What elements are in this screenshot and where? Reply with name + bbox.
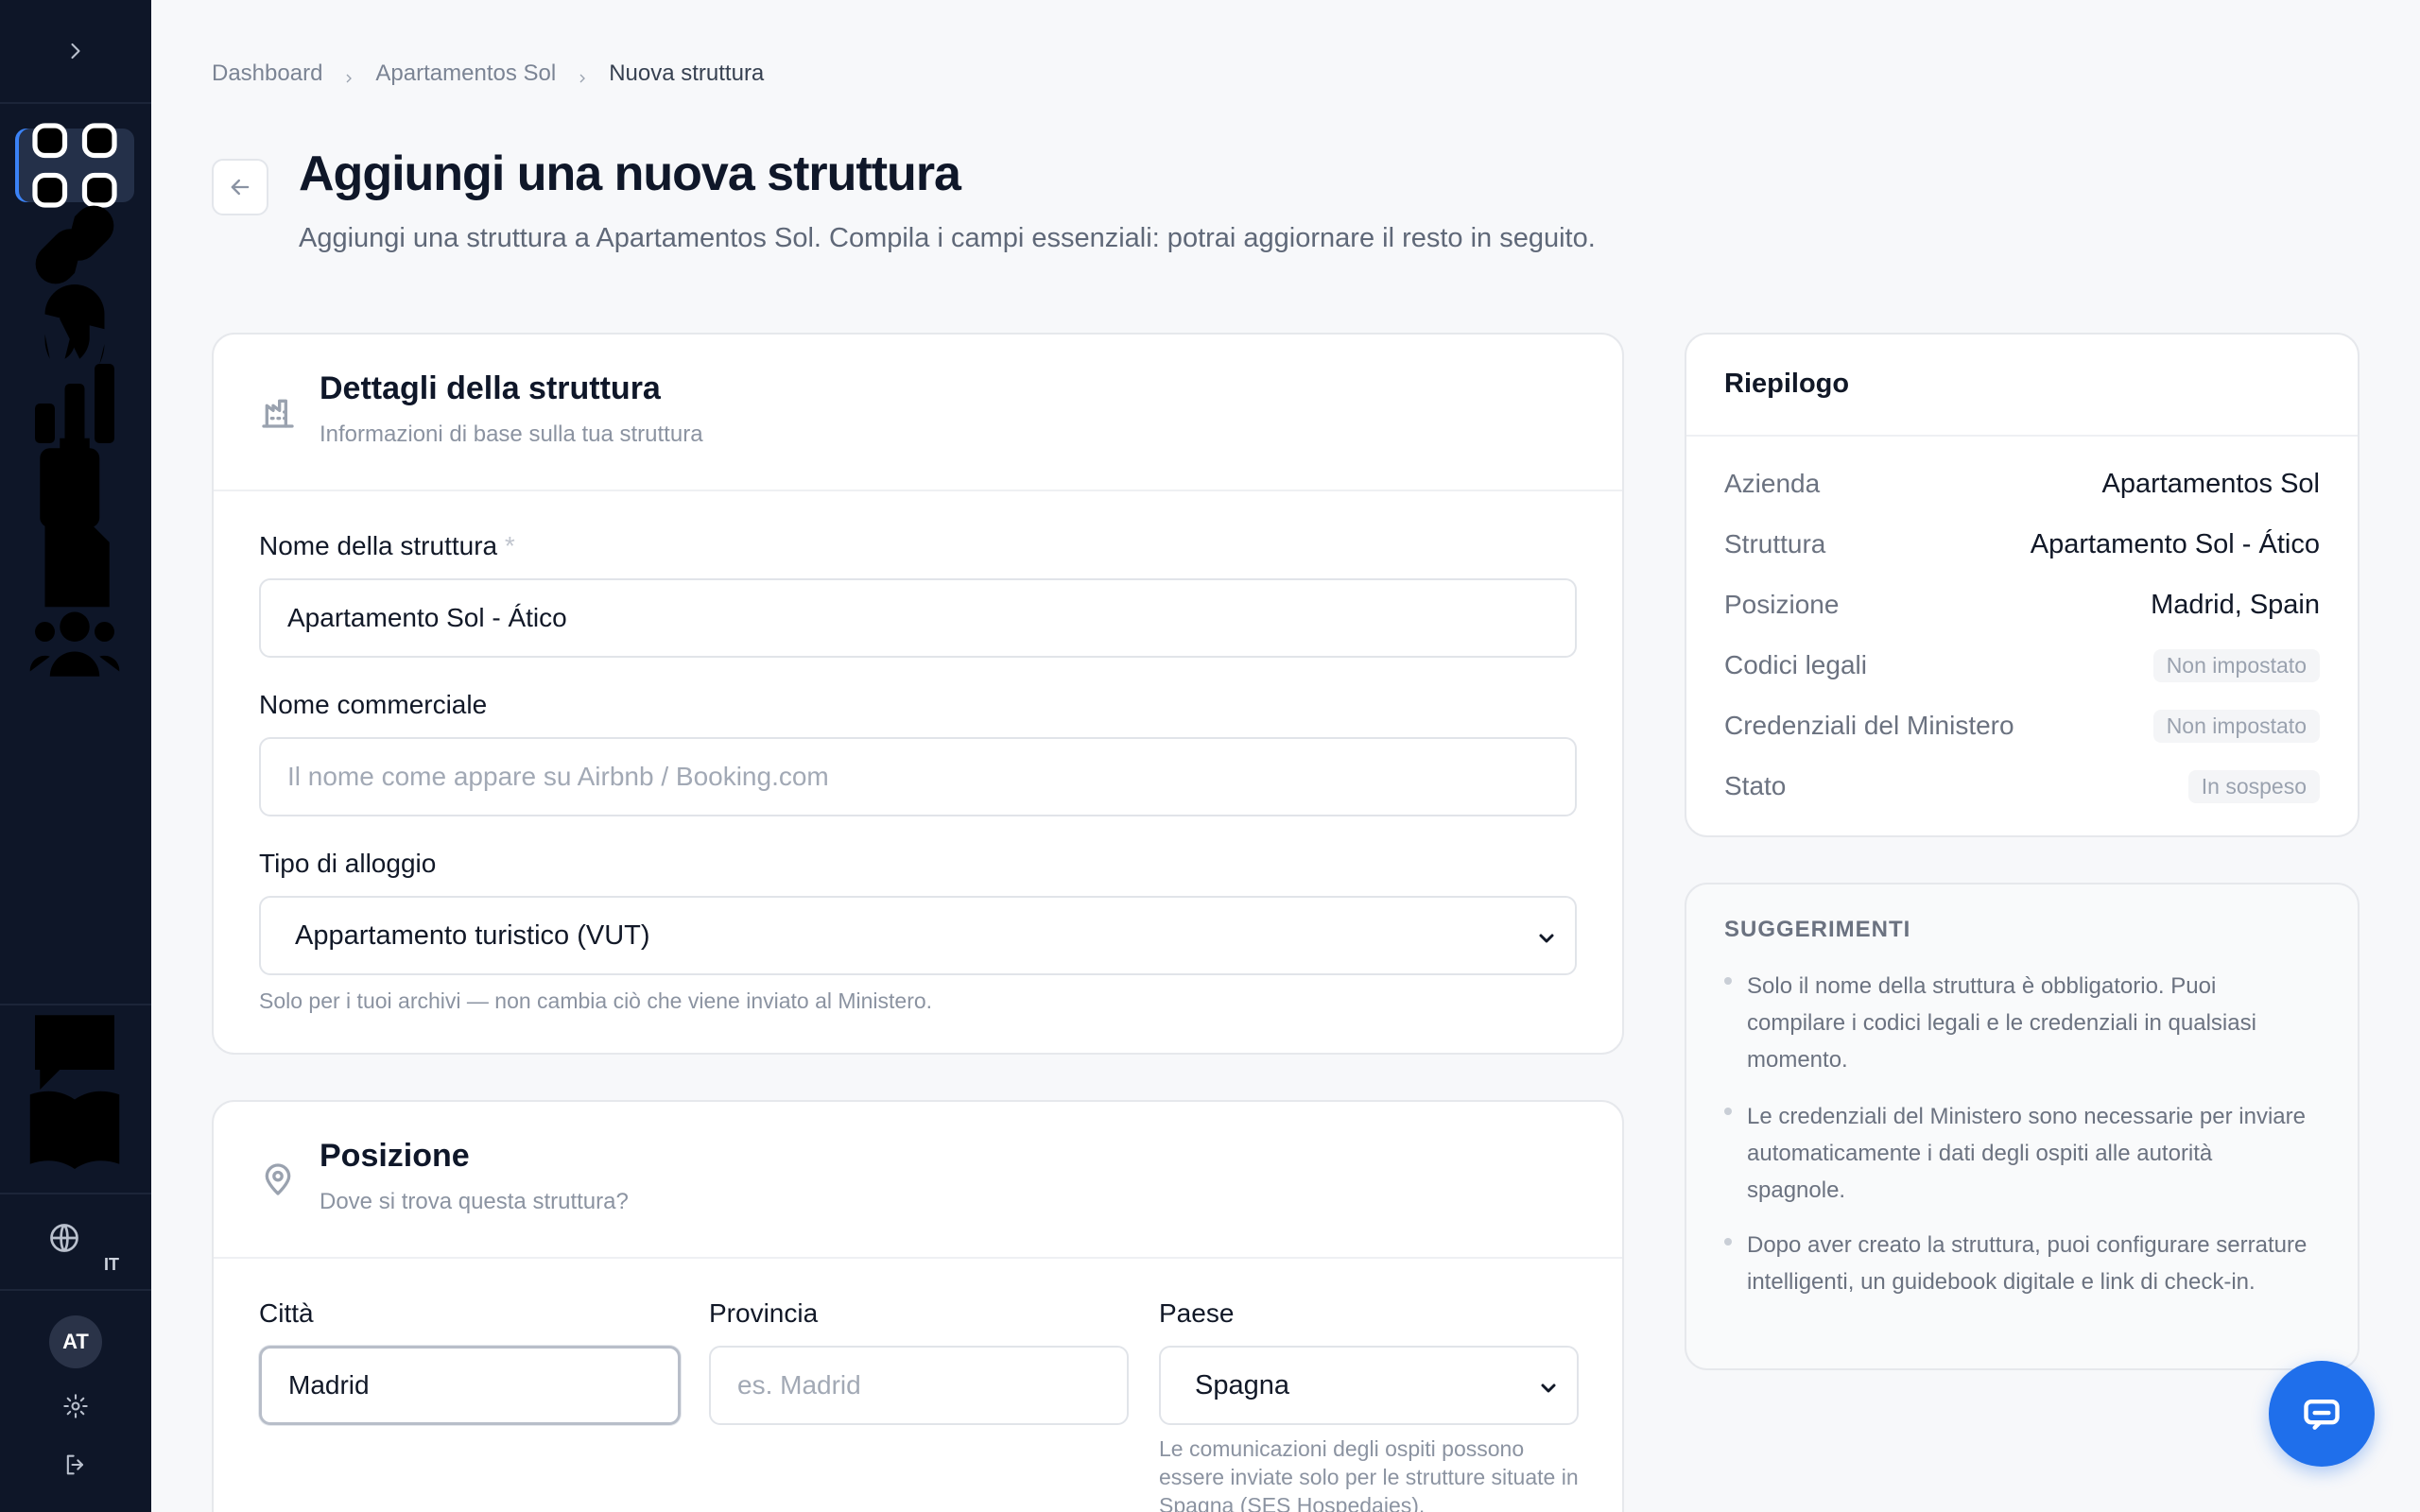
status-badge: In sospeso — [2187, 769, 2320, 803]
card-subtitle: Informazioni di base sulla tua struttura — [320, 421, 703, 447]
property-name-label-text: Nome della struttura — [259, 531, 498, 560]
summary-key: Stato — [1724, 771, 1787, 800]
card-header: Posizione Dove si trova questa struttura… — [214, 1102, 1622, 1259]
users-icon — [29, 611, 120, 677]
summary-value: Apartamento Sol - Ático — [2030, 528, 2320, 559]
city-input[interactable]: Madrid — [259, 1346, 681, 1425]
tip-item: Dopo aver creato la struttura, puoi conf… — [1747, 1232, 2308, 1295]
country-select[interactable]: Spagna — [1159, 1346, 1579, 1425]
commercial-name-input[interactable]: Il nome come appare su Airbnb / Booking.… — [259, 737, 1577, 816]
gear-icon — [63, 1394, 88, 1418]
sidebar: IT AT — [0, 0, 151, 1512]
summary-row-company: Azienda Apartamentos Sol — [1724, 465, 2320, 503]
avatar[interactable]: AT — [49, 1315, 102, 1368]
bullet — [1724, 977, 1732, 985]
book-icon — [29, 1091, 120, 1169]
globe-icon — [50, 1224, 78, 1252]
bullet — [1724, 1238, 1732, 1246]
support-chat-button[interactable] — [2269, 1361, 2375, 1467]
property-name-label: Nome della struttura * — [259, 531, 515, 561]
tips-title: SUGGERIMENTI — [1724, 917, 1911, 942]
sidebar-bottom — [0, 1004, 151, 1172]
sidebar-nav — [0, 123, 151, 684]
building-icon — [259, 393, 297, 431]
expand-sidebar-button[interactable] — [47, 23, 104, 79]
chevron-right-icon — [71, 43, 80, 60]
logout-button[interactable] — [57, 1446, 95, 1484]
back-button[interactable] — [212, 159, 268, 215]
status-badge: Non impostato — [2152, 709, 2320, 743]
country-hint: Le comunicazioni degli ospiti possono es… — [1159, 1436, 1579, 1512]
chevron-right-icon — [341, 66, 356, 83]
sidebar-item-team[interactable] — [15, 605, 134, 679]
summary-key: Struttura — [1724, 529, 1826, 558]
language-code: IT — [104, 1255, 119, 1274]
summary-key: Azienda — [1724, 469, 1821, 498]
tip-item: Le credenziali del Ministero sono necess… — [1747, 1104, 2306, 1203]
card-header: Dettagli della struttura Informazioni di… — [214, 335, 1622, 491]
card-title: Dettagli della struttura — [320, 370, 661, 406]
card-title: Posizione — [320, 1138, 470, 1174]
chevron-down-icon — [1537, 1376, 1560, 1399]
sidebar-header — [0, 0, 151, 104]
settings-button[interactable] — [57, 1387, 95, 1425]
summary-row-status: Stato In sospeso — [1724, 767, 2320, 805]
city-label: Città — [259, 1298, 314, 1328]
location-card: Posizione Dove si trova questa struttura… — [212, 1100, 1624, 1512]
accommodation-type-label: Tipo di alloggio — [259, 849, 437, 878]
accommodation-type-hint: Solo per i tuoi archivi — non cambia ciò… — [259, 988, 933, 1013]
summary-card: Riepilogo Azienda Apartamentos Sol Strut… — [1685, 333, 2360, 837]
page-subtitle: Aggiungi una struttura a Apartamentos So… — [299, 223, 1596, 253]
tip-item: Solo il nome della struttura è obbligato… — [1747, 973, 2256, 1073]
accommodation-type-select[interactable]: Appartamento turistico (VUT) — [259, 896, 1577, 975]
chat-icon — [2304, 1399, 2340, 1430]
page-title: Aggiungi una nuova struttura — [299, 146, 961, 201]
country-value: Spagna — [1195, 1369, 1289, 1400]
map-pin-icon — [259, 1160, 297, 1198]
commercial-name-label: Nome commerciale — [259, 690, 488, 719]
summary-row-location: Posizione Madrid, Spain — [1724, 586, 2320, 624]
summary-title: Riepilogo — [1724, 369, 1850, 399]
summary-key: Posizione — [1724, 590, 1840, 619]
property-details-card: Dettagli della struttura Informazioni di… — [212, 333, 1624, 1055]
breadcrumb: Dashboard Apartamentos Sol Nuova struttu… — [212, 60, 764, 87]
property-name-input[interactable]: Apartamento Sol - Ático — [259, 578, 1577, 658]
breadcrumb-company[interactable]: Apartamentos Sol — [375, 60, 556, 87]
status-badge: Non impostato — [2152, 648, 2320, 682]
accommodation-type-value: Appartamento turistico (VUT) — [295, 919, 650, 951]
summary-value: Madrid, Spain — [2151, 589, 2320, 620]
chevron-down-icon — [1535, 926, 1558, 949]
required-marker: * — [504, 531, 515, 560]
summary-row-ministry-credentials: Credenziali del Ministero Non impostato — [1724, 707, 2320, 745]
language-switcher[interactable]: IT — [0, 1193, 151, 1291]
chevron-right-icon — [575, 66, 590, 83]
country-label: Paese — [1159, 1298, 1235, 1328]
summary-row-property: Struttura Apartamento Sol - Ático — [1724, 525, 2320, 563]
bullet — [1724, 1108, 1732, 1115]
summary-row-legal-codes: Codici legali Non impostato — [1724, 646, 2320, 684]
tips-card: SUGGERIMENTI Solo il nome della struttur… — [1685, 883, 2360, 1370]
summary-header: Riepilogo — [1686, 335, 2358, 437]
logout-icon — [66, 1454, 84, 1475]
summary-key: Codici legali — [1724, 650, 1867, 679]
breadcrumb-current: Nuova struttura — [609, 60, 765, 86]
province-label: Provincia — [709, 1298, 819, 1328]
arrow-left-icon — [231, 179, 250, 196]
summary-key: Credenziali del Ministero — [1724, 711, 2014, 740]
sidebar-item-guides[interactable] — [15, 1091, 134, 1169]
breadcrumb-dashboard[interactable]: Dashboard — [212, 60, 322, 87]
province-input[interactable]: es. Madrid — [709, 1346, 1129, 1425]
card-subtitle: Dove si trova questa struttura? — [320, 1189, 629, 1214]
summary-value: Apartamentos Sol — [2101, 468, 2320, 499]
